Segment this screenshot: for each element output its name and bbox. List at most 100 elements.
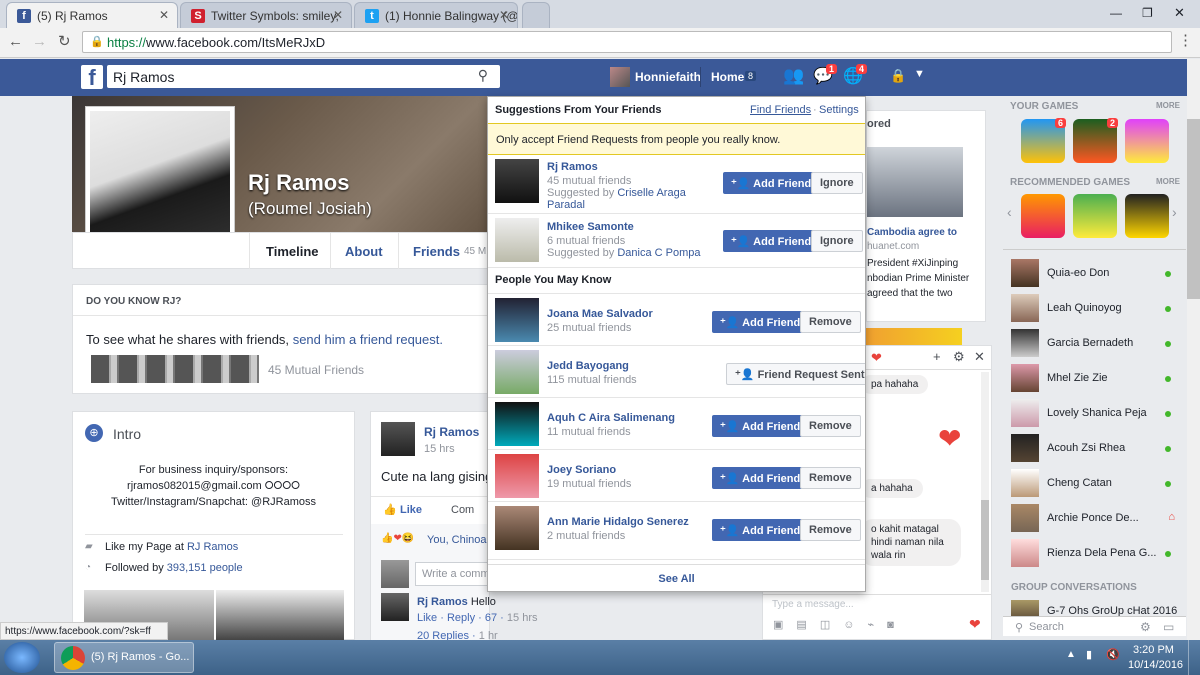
mutual-friends[interactable]: 2 mutual friends — [547, 530, 625, 542]
game-icon[interactable] — [1125, 119, 1169, 163]
ignore-button[interactable]: Ignore — [811, 230, 863, 252]
clock-time[interactable]: 3:20 PM — [1133, 644, 1174, 656]
ignore-button[interactable]: Ignore — [811, 172, 863, 194]
chat-contact[interactable]: Rienza Dela Pena G... — [1011, 539, 1181, 569]
mutual-friends[interactable]: 19 mutual friends — [547, 478, 631, 490]
volume-muted-icon[interactable]: 🔇 — [1106, 648, 1120, 661]
tray-up-icon[interactable]: ▲ — [1066, 649, 1076, 660]
add-friend-button[interactable]: ⁺👤 Add Friend — [723, 172, 820, 194]
add-friend-button[interactable]: ⁺👤 Add Friend — [723, 230, 820, 252]
person-name[interactable]: Jedd Bayogang — [547, 360, 629, 372]
avatar[interactable] — [381, 422, 415, 456]
maximize-icon[interactable]: ❐ — [1142, 6, 1153, 20]
privacy-shortcuts-icon[interactable]: 🔒 — [890, 68, 906, 84]
gear-icon[interactable]: ⚙ — [1140, 620, 1151, 634]
comment-button[interactable]: Com — [451, 504, 474, 516]
add-friend-button[interactable]: ⁺👤 Add Friend — [712, 467, 809, 489]
like-heart-icon[interactable]: ❤ — [969, 616, 981, 633]
avatar[interactable] — [495, 350, 539, 394]
tab-rj-ramos[interactable]: f (5) Rj Ramos ✕ — [6, 2, 178, 28]
account-menu-chevron-down-icon[interactable]: ▼ — [914, 68, 925, 80]
tab-friends[interactable]: Friends — [413, 244, 460, 259]
reactions-names[interactable]: You, Chinoa — [427, 534, 487, 546]
chat-contact[interactable]: Mhel Zie Zie — [1011, 364, 1181, 394]
network-icon[interactable]: ▮ — [1086, 648, 1092, 661]
post-author[interactable]: Rj Ramos — [424, 425, 479, 439]
avatar[interactable] — [495, 218, 539, 262]
page-scrollbar[interactable] — [1187, 59, 1200, 640]
mutual-friends-count[interactable]: 45 Mutual Friends — [268, 363, 364, 377]
find-friends-link[interactable]: Find Friends — [750, 104, 811, 116]
home-link[interactable]: Home — [711, 70, 744, 84]
taskbar-app-chrome[interactable]: (5) Rj Ramos - Go... — [54, 642, 194, 673]
compose-icon[interactable]: ▭ — [1163, 620, 1174, 634]
game-icon[interactable] — [1021, 194, 1065, 238]
mutual-friends[interactable]: 11 mutual friends — [547, 426, 631, 438]
mutual-friends[interactable]: 6 mutual friends — [547, 235, 625, 247]
forward-icon[interactable]: → — [32, 33, 47, 50]
mutual-friends-thumbnails[interactable] — [91, 355, 259, 383]
person-name[interactable]: Joana Mae Salvador — [547, 308, 653, 320]
photo-icon[interactable]: ▣ — [773, 619, 796, 631]
search-input[interactable]: Rj Ramos ⚲ — [107, 65, 500, 88]
close-icon[interactable]: ✕ — [159, 8, 169, 22]
tab-twitter-symbols[interactable]: S Twitter Symbols: smiley, ✕ — [180, 2, 352, 28]
avatar[interactable] — [495, 454, 539, 498]
avatar[interactable] — [495, 298, 539, 342]
gif-icon[interactable]: ◫ — [820, 619, 843, 631]
camera-icon[interactable]: ◙ — [887, 619, 907, 631]
comment-input[interactable]: Write a comme — [415, 562, 489, 586]
chevron-left-icon[interactable]: ‹ — [1007, 204, 1012, 220]
remove-button[interactable]: Remove — [800, 467, 861, 489]
close-icon[interactable]: ✕ — [333, 8, 343, 22]
friend-request-sent-button[interactable]: ⁺👤 Friend Request Sent — [726, 363, 865, 385]
settings-link[interactable]: Settings — [819, 104, 859, 116]
reload-icon[interactable]: ↻ — [58, 32, 71, 50]
chat-contact[interactable]: Quia-eo Don — [1011, 259, 1181, 289]
see-all-link[interactable]: See All — [488, 564, 865, 591]
friend-requests-icon[interactable]: 👥 — [783, 66, 804, 86]
chat-contact[interactable]: Lovely Shanica Peja — [1011, 399, 1181, 429]
like-button[interactable]: Like — [400, 504, 422, 516]
game-icon[interactable] — [1073, 194, 1117, 238]
page-link[interactable]: RJ Ramos — [187, 541, 238, 553]
chat-contact[interactable]: Acouh Zsi Rhea — [1011, 434, 1181, 464]
chat-search-input[interactable]: Search — [1029, 621, 1064, 633]
chat-contact[interactable]: Leah Quinoyog — [1011, 294, 1181, 324]
sticker-icon[interactable]: ▤ — [796, 619, 819, 631]
followers-link[interactable]: 393,151 people — [167, 562, 243, 574]
chevron-right-icon[interactable]: › — [1172, 204, 1177, 220]
chat-contact[interactable]: Archie Ponce De... ⌂ — [1011, 504, 1181, 534]
reply-like-link[interactable]: Like — [417, 612, 437, 624]
attachment-icon[interactable]: ⌁ — [867, 619, 887, 631]
tab-about[interactable]: About — [345, 244, 383, 259]
close-icon[interactable]: ✕ — [499, 8, 509, 22]
avatar[interactable] — [495, 159, 539, 203]
add-friend-button[interactable]: ⁺👤 Add Friend — [712, 311, 809, 333]
avatar[interactable] — [610, 67, 630, 87]
mutual-friends[interactable]: 45 mutual friends — [547, 175, 631, 187]
menu-icon[interactable]: ⋮ — [1178, 31, 1193, 49]
avatar[interactable] — [495, 506, 539, 550]
show-desktop-button[interactable] — [1188, 640, 1200, 675]
add-friend-button[interactable]: ⁺👤 Add Friend — [712, 519, 809, 541]
remove-button[interactable]: Remove — [800, 519, 861, 541]
person-name[interactable]: Aquh C Aira Salimenang — [547, 412, 675, 424]
back-icon[interactable]: ← — [8, 33, 23, 50]
start-button-icon[interactable] — [4, 642, 40, 673]
close-icon[interactable]: ✕ — [974, 349, 985, 365]
chat-contact[interactable]: Cheng Catan — [1011, 469, 1181, 499]
mutual-friends[interactable]: 25 mutual friends — [547, 322, 631, 334]
new-tab-button[interactable] — [522, 2, 550, 28]
mutual-friends[interactable]: 115 mutual friends — [547, 374, 637, 386]
facebook-logo-icon[interactable]: f — [81, 65, 103, 90]
tab-timeline[interactable]: Timeline — [266, 244, 319, 259]
clock-date[interactable]: 10/14/2016 — [1128, 659, 1183, 671]
person-name[interactable]: Rj Ramos — [547, 161, 598, 173]
chat-contact[interactable]: Garcia Bernadeth — [1011, 329, 1181, 359]
person-name[interactable]: Joey Soriano — [547, 464, 616, 476]
add-icon[interactable]: + — [933, 349, 941, 364]
remove-button[interactable]: Remove — [800, 415, 861, 437]
sponsored-image[interactable] — [867, 147, 963, 217]
address-bar[interactable]: 🔒 https://www.facebook.com/ItsMeRJxD — [82, 31, 1172, 53]
